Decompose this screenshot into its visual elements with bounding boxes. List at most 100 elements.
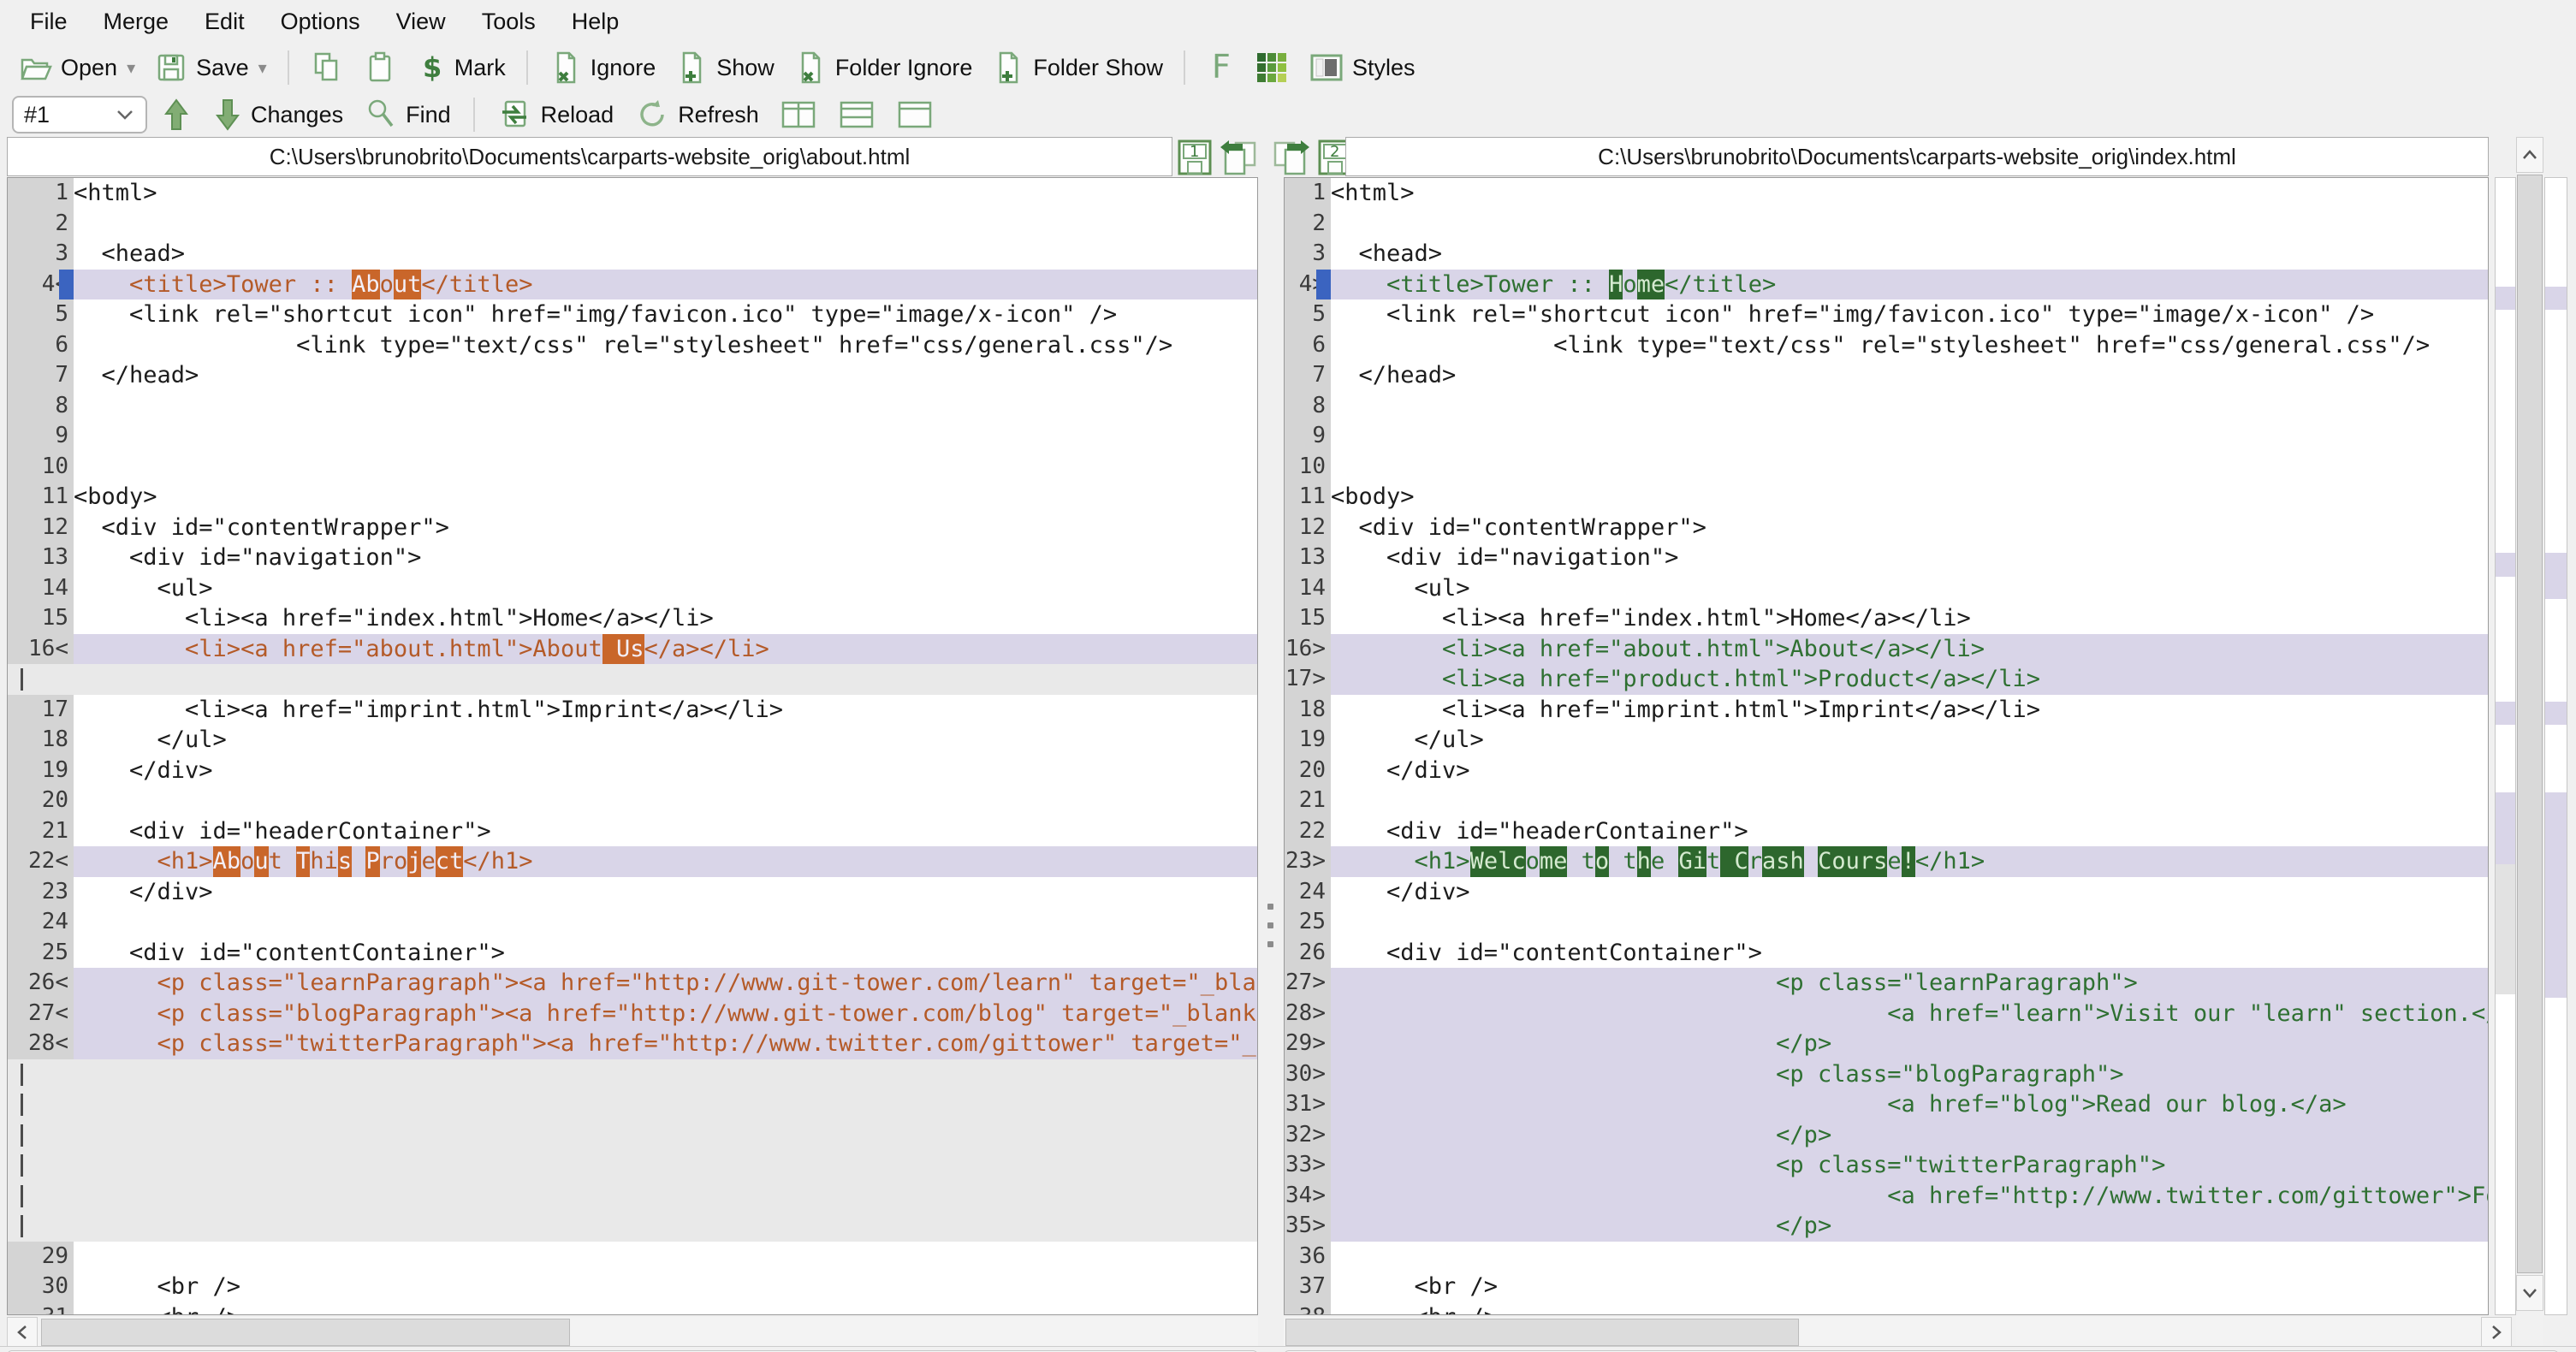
- code-line[interactable]: 12 <div id="contentWrapper">: [8, 512, 1257, 543]
- folder-ignore-button[interactable]: Folder Ignore: [786, 47, 980, 88]
- code-line[interactable]: 19 </div>: [8, 755, 1257, 786]
- code-line[interactable]: 29: [8, 1241, 1257, 1272]
- ghost-line[interactable]: [8, 664, 1257, 695]
- scroll-right-button[interactable]: [2481, 1317, 2512, 1348]
- code-line[interactable]: 15 <li><a href="index.html">Home</a></li…: [8, 603, 1257, 634]
- scroll-up-button[interactable]: [2516, 137, 2543, 173]
- save-button[interactable]: Save ▾: [147, 47, 274, 88]
- code-line[interactable]: 7 </head>: [1285, 360, 2488, 391]
- code-line[interactable]: 5 <link rel="shortcut icon" href="img/fa…: [8, 299, 1257, 330]
- location-diff-mark[interactable]: [2545, 702, 2567, 725]
- location-diff-mark[interactable]: [2545, 553, 2567, 599]
- refresh-button[interactable]: Refresh: [627, 93, 766, 136]
- code-line[interactable]: 13 <div id="navigation">: [8, 543, 1257, 573]
- code-line[interactable]: 3 <head>: [1285, 239, 2488, 270]
- code-line[interactable]: 20 </div>: [1285, 755, 2488, 786]
- code-line[interactable]: 30 <br />: [8, 1272, 1257, 1302]
- menu-item-view[interactable]: View: [378, 3, 464, 40]
- ghost-line[interactable]: [8, 1180, 1257, 1211]
- code-line[interactable]: 27< <p class="blogParagraph"><a href="ht…: [8, 998, 1257, 1029]
- right-code-pane[interactable]: 1 <html> 2 3 <head> 4> <title>Tower :: Home<…: [1284, 177, 2489, 1315]
- ghost-line[interactable]: [8, 1211, 1257, 1242]
- right-horizontal-scrollbar-thumb[interactable]: [1285, 1319, 1799, 1346]
- open-dropdown-caret[interactable]: ▾: [127, 57, 135, 79]
- code-line[interactable]: 35> </p>: [1285, 1211, 2488, 1242]
- code-line[interactable]: 7 </head>: [8, 360, 1257, 391]
- code-line[interactable]: 16> <li><a href="about.html">About</a></…: [1285, 633, 2488, 664]
- location-diff-mark[interactable]: [2496, 702, 2515, 725]
- paste-button[interactable]: [356, 47, 404, 88]
- location-map-right[interactable]: [2544, 177, 2567, 1315]
- code-line[interactable]: 34> <a href="http://www.twitter.com/gitt…: [1285, 1180, 2488, 1211]
- location-diff-mark[interactable]: [2545, 287, 2567, 310]
- code-line[interactable]: 24 </div>: [1285, 876, 2488, 907]
- code-line[interactable]: 17 <li><a href="imprint.html">Imprint</a…: [8, 694, 1257, 725]
- menu-item-file[interactable]: File: [12, 3, 86, 40]
- code-line[interactable]: 38 <br />: [1285, 1302, 2488, 1314]
- code-line[interactable]: 23 </div>: [8, 876, 1257, 907]
- code-line[interactable]: 2: [1285, 208, 2488, 239]
- code-line[interactable]: 14 <ul>: [1285, 572, 2488, 603]
- vertical-scrollbar-thumb[interactable]: [2517, 175, 2543, 1273]
- ghost-line[interactable]: [8, 1119, 1257, 1150]
- code-line[interactable]: 26 <div id="contentContainer">: [1285, 937, 2488, 968]
- code-line[interactable]: 28> <a href="learn">Visit our "learn" se…: [1285, 998, 2488, 1029]
- code-line[interactable]: 21 <div id="headerContainer">: [8, 815, 1257, 846]
- layout-single-pane-button[interactable]: [889, 94, 941, 135]
- code-line[interactable]: 27> <p class="learnParagraph">: [1285, 968, 2488, 999]
- copy-button[interactable]: [303, 47, 351, 88]
- code-line[interactable]: 9: [8, 421, 1257, 452]
- code-line[interactable]: 8: [8, 390, 1257, 421]
- code-line[interactable]: 4> <title>Tower :: Home</title>: [1285, 269, 2488, 299]
- code-line[interactable]: 32> </p>: [1285, 1119, 2488, 1150]
- copy-right-to-left-button[interactable]: [1217, 136, 1261, 177]
- code-line[interactable]: 4< <title>Tower :: About</title>: [8, 269, 1257, 299]
- location-map-left[interactable]: [2495, 177, 2516, 1315]
- previous-change-button[interactable]: [154, 93, 199, 136]
- code-line[interactable]: 11 <body>: [1285, 482, 2488, 513]
- copy-left-to-right-button[interactable]: [1268, 136, 1313, 177]
- location-diff-mark[interactable]: [2496, 553, 2515, 577]
- code-line[interactable]: 18 <li><a href="imprint.html">Imprint</a…: [1285, 694, 2488, 725]
- menu-item-help[interactable]: Help: [554, 3, 638, 40]
- code-line[interactable]: 33> <p class="twitterParagraph">: [1285, 1150, 2488, 1181]
- code-line[interactable]: 28< <p class="twitterParagraph"><a href=…: [8, 1029, 1257, 1059]
- folder-show-button[interactable]: Folder Show: [984, 47, 1170, 88]
- scroll-down-button[interactable]: [2516, 1275, 2543, 1311]
- code-line[interactable]: 37 <br />: [1285, 1272, 2488, 1302]
- ghost-line[interactable]: [8, 1150, 1257, 1181]
- layout-vertical-split-button[interactable]: [773, 94, 824, 135]
- code-line[interactable]: 16< <li><a href="about.html">About Us</a…: [8, 633, 1257, 664]
- code-line[interactable]: 11 <body>: [8, 482, 1257, 513]
- code-line[interactable]: 29> </p>: [1285, 1029, 2488, 1059]
- code-line[interactable]: 31> <a href="blog">Read our blog.</a>: [1285, 1089, 2488, 1120]
- find-button[interactable]: Find: [357, 93, 458, 136]
- code-line[interactable]: 10: [8, 451, 1257, 482]
- code-line[interactable]: 25 <div id="contentContainer">: [8, 937, 1257, 968]
- location-diff-mark[interactable]: [2545, 792, 2567, 998]
- code-line[interactable]: 8: [1285, 390, 2488, 421]
- menu-item-edit[interactable]: Edit: [187, 3, 263, 40]
- vertical-scrollbar[interactable]: [2516, 137, 2543, 1347]
- menu-item-merge[interactable]: Merge: [86, 3, 187, 40]
- styles-button[interactable]: Styles: [1302, 46, 1422, 89]
- code-line[interactable]: 1 <html>: [8, 178, 1257, 209]
- code-line[interactable]: 2: [8, 208, 1257, 239]
- code-line[interactable]: 3 <head>: [8, 239, 1257, 270]
- mark-button[interactable]: $ Mark: [409, 47, 513, 88]
- code-line[interactable]: 22 <div id="headerContainer">: [1285, 815, 2488, 846]
- font-button[interactable]: F: [1199, 46, 1242, 89]
- location-diff-mark[interactable]: [2496, 287, 2515, 310]
- code-line[interactable]: 18 </ul>: [8, 725, 1257, 756]
- code-line[interactable]: 20: [8, 786, 1257, 816]
- left-horizontal-scrollbar-thumb[interactable]: [41, 1319, 570, 1346]
- code-line[interactable]: 21: [1285, 786, 2488, 816]
- save-file-1-button[interactable]: 1: [1176, 136, 1214, 177]
- code-line[interactable]: 23> <h1>Welcome to the Git Crash Course!…: [1285, 846, 2488, 877]
- code-line[interactable]: 13 <div id="navigation">: [1285, 543, 2488, 573]
- reload-button[interactable]: Reload: [490, 93, 621, 136]
- layout-horizontal-split-button[interactable]: [831, 94, 882, 135]
- code-line[interactable]: 5 <link rel="shortcut icon" href="img/fa…: [1285, 299, 2488, 330]
- code-line[interactable]: 10: [1285, 451, 2488, 482]
- ghost-line[interactable]: [8, 1089, 1257, 1120]
